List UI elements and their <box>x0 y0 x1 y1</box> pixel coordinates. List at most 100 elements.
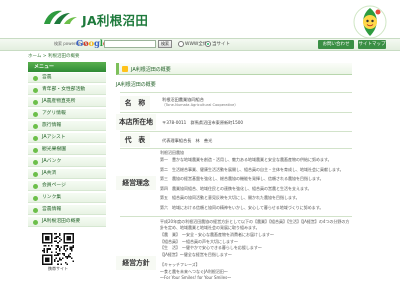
row-divider <box>120 92 352 93</box>
sidebar-item[interactable]: 観光果樹園 <box>28 145 106 155</box>
qr-module <box>58 249 61 252</box>
policy-line: 【キャッチフレーズ】 <box>160 262 200 267</box>
qr-module <box>51 254 53 265</box>
qr-module <box>54 258 56 261</box>
qr-module <box>46 249 49 252</box>
radio-www[interactable] <box>178 41 184 47</box>
page-title: JA利根沼田の概要 <box>131 67 171 73</box>
qr-module <box>54 254 56 256</box>
philosophy-line: 第二 生活総合事業、健康生活活動を展開し、組合員の自主・主体を育成し、地域社会に… <box>160 166 344 172</box>
radio-www-label: WWW全体 <box>185 42 208 47</box>
policy-line: 〜食と農を未来へつなぐJA利根沼田〜 <box>160 268 228 274</box>
qr-module <box>43 251 46 253</box>
qr-module <box>42 249 44 252</box>
sidebar-item-label: 旅行情報 <box>42 123 62 128</box>
qr-module <box>72 246 74 249</box>
label-philosophy: 経営理念 <box>116 176 156 190</box>
bullet-icon <box>33 124 38 129</box>
qr-module <box>54 237 56 240</box>
qr-module <box>63 233 65 244</box>
qr-module <box>70 249 73 252</box>
qr-module <box>72 260 74 262</box>
breadcrumb[interactable]: ホーム > 利根沼田の概要 <box>28 53 80 59</box>
qr-module <box>49 248 52 250</box>
qr-module <box>72 233 74 244</box>
qr-module <box>58 258 61 261</box>
ja-leaf-logo-icon[interactable] <box>40 8 80 28</box>
sidebar-item[interactable]: 営農 <box>28 73 106 83</box>
philosophy-line: 第四 農業協同組合、地域住民との連携を強化し、組合員の営農と生活を支えます。 <box>160 185 312 191</box>
qr-module <box>43 249 46 252</box>
bullet-icon <box>33 184 38 189</box>
search-input[interactable] <box>104 40 156 48</box>
qr-module <box>67 255 70 258</box>
qr-module <box>42 254 44 265</box>
policy-line: 【生 活】 〜健やかで安心できる暮らしを応援します〜 <box>160 245 262 250</box>
sidebar-item[interactable]: JA農産物直売所 <box>28 97 106 107</box>
page: JA利根沼田 検索 powered by Google 検索 WWW全体 当サイ… <box>0 0 400 300</box>
value-representative: 代表理事組合長 林 善光 <box>162 138 213 143</box>
qr-module <box>48 245 50 247</box>
qr-module <box>58 252 61 255</box>
qr-module <box>58 240 61 243</box>
qr-module <box>60 258 62 261</box>
qr-module <box>46 251 49 253</box>
sidebar-item[interactable]: JA共済 <box>28 169 106 179</box>
sidebar-item[interactable]: 営農情報 <box>28 205 106 215</box>
sidebar-item-label: 観光果樹園 <box>42 147 66 152</box>
qr-module <box>58 233 61 235</box>
bullet-icon <box>33 88 38 93</box>
radio-this-site-label: 当サイト <box>212 42 230 47</box>
qr-module <box>43 248 46 250</box>
section-title: JA利根沼田の概要 <box>116 82 156 88</box>
bullet-icon <box>33 172 38 177</box>
sitemap-button[interactable]: サイトマップ <box>358 40 386 49</box>
sidebar-item-label: JAバンク <box>42 159 62 164</box>
sidebar-item[interactable]: リンク集 <box>28 193 106 203</box>
row-divider <box>120 216 352 217</box>
radio-this-site[interactable] <box>205 41 211 47</box>
qr-module <box>55 248 58 250</box>
sidebar-item-label: リンク集 <box>42 195 62 200</box>
qr-module <box>57 263 59 265</box>
sidebar-item[interactable]: 会員ページ <box>28 181 106 191</box>
sidebar-item-label: JA共済 <box>42 171 57 176</box>
qr-module <box>64 261 67 264</box>
qr-module <box>46 248 49 250</box>
sidebar-item[interactable]: 青年部・女性部活動 <box>28 85 106 95</box>
sidebar-menu-title: メニュー <box>28 62 106 72</box>
bullet-icon <box>33 112 38 117</box>
qr-module <box>57 254 59 256</box>
qr-module <box>64 245 67 247</box>
qr-module <box>43 245 46 247</box>
search-button[interactable]: 検索 <box>158 40 172 48</box>
inquiry-button[interactable]: お問い合わせ <box>318 40 354 49</box>
bullet-icon <box>33 220 38 225</box>
qr-module <box>55 257 58 259</box>
value-name-sub: （Tone-Numata Agricultural Cooperative） <box>162 103 238 107</box>
row-divider <box>120 112 352 113</box>
qr-module <box>51 245 53 247</box>
sidebar-item[interactable]: JA利根沼田の概要 <box>28 217 106 227</box>
sidebar-item[interactable]: アグリ情報 <box>28 109 106 119</box>
qr-module <box>54 260 56 262</box>
value-address: 〒378-0011 群馬県沼田市東原新町1500 <box>162 120 244 125</box>
sidebar-item-label: 営農 <box>42 75 52 80</box>
qr-module <box>69 255 71 258</box>
qr-module <box>42 263 53 265</box>
qr-module <box>54 240 56 243</box>
label-policy: 経営方針 <box>116 256 156 270</box>
qr-module <box>51 251 53 253</box>
qr-module <box>55 245 58 247</box>
sidebar-item[interactable]: 旅行情報 <box>28 121 106 131</box>
qr-module <box>58 248 61 250</box>
bullet-icon <box>33 160 38 165</box>
sidebar-item[interactable]: JAバンク <box>28 157 106 167</box>
sidebar-item[interactable]: JAアシスト <box>28 133 106 143</box>
qr-caption: 携帯サイト <box>48 266 68 271</box>
site-logo-text[interactable]: JA利根沼田 <box>82 10 148 29</box>
bullet-icon <box>33 100 38 105</box>
bullet-icon <box>33 76 38 81</box>
qr-module <box>54 233 56 235</box>
qr-module <box>57 245 59 247</box>
